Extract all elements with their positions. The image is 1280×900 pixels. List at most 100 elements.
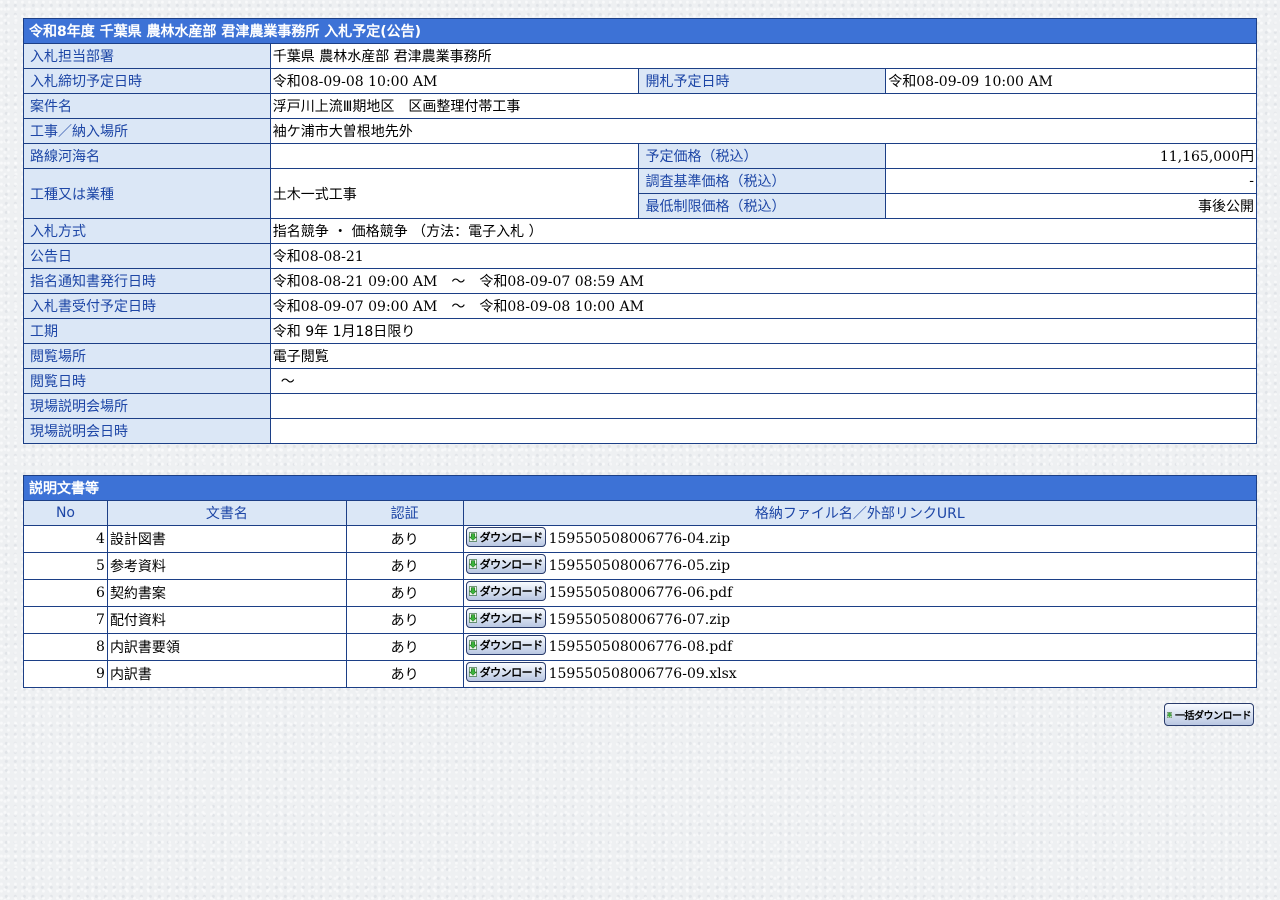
docs-body: 4 設計図書 あり ダウンロード 159550508006776-04.zip 5 参考資料… bbox=[23, 525, 1258, 688]
download-arrow-icon bbox=[468, 559, 477, 569]
download-button[interactable]: ダウンロード bbox=[465, 527, 546, 547]
bulk-download-button[interactable]: 一括ダウンロード bbox=[1164, 703, 1254, 726]
acceptance-label: 入札書受付予定日時 bbox=[23, 293, 271, 319]
download-label: ダウンロード bbox=[479, 639, 544, 652]
opening-label: 開札予定日時 bbox=[638, 68, 887, 94]
doc-auth: あり bbox=[345, 660, 464, 688]
info-row-work-type: 工種又は業種 土木一式工事 調査基準価格（税込） - bbox=[23, 168, 1257, 219]
download-button[interactable]: ダウンロード bbox=[465, 635, 546, 655]
download-button[interactable]: ダウンロード bbox=[465, 554, 546, 574]
doc-file-name: 159550508006776-08.pdf bbox=[548, 639, 733, 655]
period-value: 令和 9年 1月18日限り bbox=[269, 318, 1258, 344]
case-name-value: 浮戸川上流Ⅲ期地区 区画整理付帯工事 bbox=[269, 93, 1258, 119]
doc-name: 配付資料 bbox=[106, 606, 347, 634]
min-price-value: 事後公開 bbox=[885, 193, 1257, 219]
doc-file-name: 159550508006776-09.xlsx bbox=[548, 666, 737, 682]
download-button[interactable]: ダウンロード bbox=[465, 608, 546, 628]
doc-no: 7 bbox=[23, 606, 108, 634]
col-header-auth: 認証 bbox=[345, 500, 464, 526]
doc-auth: あり bbox=[345, 606, 464, 634]
notice-date-value: 令和08-08-21 bbox=[269, 243, 1258, 269]
download-label: ダウンロード bbox=[479, 585, 544, 598]
view-place-value: 電子閲覧 bbox=[269, 343, 1258, 369]
doc-no: 6 bbox=[23, 579, 108, 607]
bulk-download-label: 一括ダウンロード bbox=[1175, 711, 1252, 722]
doc-row: 4 設計図書 あり ダウンロード 159550508006776-04.zip bbox=[23, 525, 1258, 553]
work-type-label: 工種又は業種 bbox=[23, 168, 271, 219]
docs-header-row: No 文書名 認証 格納ファイル名／外部リンクURL bbox=[23, 500, 1258, 526]
doc-name: 設計図書 bbox=[106, 525, 347, 553]
case-name-label: 案件名 bbox=[23, 93, 271, 119]
method-value: 指名競争 ・ 価格競争 （方法：電子入札 ） bbox=[269, 218, 1258, 244]
survey-price-label: 調査基準価格（税込） bbox=[638, 168, 887, 194]
site-date-label: 現場説明会日時 bbox=[23, 418, 271, 444]
site-date-value bbox=[269, 418, 1258, 444]
info-row-site-place: 現場説明会場所 bbox=[23, 393, 1258, 419]
doc-row: 5 参考資料 あり ダウンロード 159550508006776-05.zip bbox=[23, 552, 1258, 580]
doc-file-name: 159550508006776-07.zip bbox=[548, 612, 731, 628]
download-button[interactable]: ダウンロード bbox=[465, 581, 546, 601]
doc-name: 参考資料 bbox=[106, 552, 347, 580]
method-label: 入札方式 bbox=[23, 218, 271, 244]
doc-no: 9 bbox=[23, 660, 108, 688]
download-label: ダウンロード bbox=[479, 558, 544, 571]
place-label: 工事／納入場所 bbox=[23, 118, 271, 144]
work-type-value: 土木一式工事 bbox=[269, 168, 640, 219]
doc-auth: あり bbox=[345, 525, 464, 553]
info-row-period: 工期 令和 9年 1月18日限り bbox=[23, 318, 1258, 344]
place-value: 袖ケ浦市大曽根地先外 bbox=[269, 118, 1258, 144]
notice-date-label: 公告日 bbox=[23, 243, 271, 269]
min-price-label: 最低制限価格（税込） bbox=[638, 193, 887, 219]
doc-file-name: 159550508006776-04.zip bbox=[548, 531, 731, 547]
view-date-value: ～ bbox=[269, 368, 1258, 394]
doc-row: 6 契約書案 あり ダウンロード 159550508006776-06.pdf bbox=[23, 579, 1258, 607]
info-row-site-date: 現場説明会日時 bbox=[23, 418, 1258, 444]
doc-row: 8 内訳書要領 あり ダウンロード 159550508006776-08.pdf bbox=[23, 633, 1258, 661]
period-label: 工期 bbox=[23, 318, 271, 344]
info-row-case-name: 案件名 浮戸川上流Ⅲ期地区 区画整理付帯工事 bbox=[23, 93, 1258, 119]
doc-auth: あり bbox=[345, 633, 464, 661]
doc-row: 9 内訳書 あり ダウンロード 159550508006776-09.xlsx bbox=[23, 660, 1258, 688]
site-place-label: 現場説明会場所 bbox=[23, 393, 271, 419]
survey-price-value: - bbox=[885, 168, 1257, 194]
doc-no: 4 bbox=[23, 525, 108, 553]
deadline-label: 入札締切予定日時 bbox=[23, 68, 271, 94]
nomination-label: 指名通知書発行日時 bbox=[23, 268, 271, 294]
col-header-name: 文書名 bbox=[106, 500, 347, 526]
doc-row: 7 配付資料 あり ダウンロード 159550508006776-07.zip bbox=[23, 606, 1258, 634]
download-arrow-icon bbox=[468, 613, 477, 623]
doc-file-cell: ダウンロード 159550508006776-09.xlsx bbox=[462, 660, 1258, 688]
info-row-nomination: 指名通知書発行日時 令和08-08-21 09:00 AM ～ 令和08-09-… bbox=[23, 268, 1258, 294]
doc-no: 5 bbox=[23, 552, 108, 580]
download-button[interactable]: ダウンロード bbox=[465, 662, 546, 682]
deadline-value: 令和08-09-08 10:00 AM bbox=[269, 68, 640, 94]
info-row-route: 路線河海名 予定価格（税込） 11,165,000円 bbox=[23, 143, 1257, 169]
doc-file-cell: ダウンロード 159550508006776-08.pdf bbox=[462, 633, 1258, 661]
acceptance-value: 令和08-09-07 09:00 AM ～ 令和08-09-08 10:00 A… bbox=[269, 293, 1258, 319]
col-header-file: 格納ファイル名／外部リンクURL bbox=[462, 500, 1258, 526]
site-place-value bbox=[269, 393, 1258, 419]
doc-auth: あり bbox=[345, 579, 464, 607]
doc-file-cell: ダウンロード 159550508006776-05.zip bbox=[462, 552, 1258, 580]
doc-file-name: 159550508006776-06.pdf bbox=[548, 585, 733, 601]
download-label: ダウンロード bbox=[479, 612, 544, 625]
info-title: 令和8年度 千葉県 農林水産部 君津農業事務所 入札予定(公告) bbox=[23, 18, 1257, 44]
bid-info-table: 令和8年度 千葉県 農林水産部 君津農業事務所 入札予定(公告) 入札担当部署 … bbox=[23, 18, 1258, 444]
doc-file-name: 159550508006776-05.zip bbox=[548, 558, 731, 574]
download-arrow-icon bbox=[1167, 711, 1172, 718]
dept-label: 入札担当部署 bbox=[23, 43, 271, 69]
download-arrow-icon bbox=[468, 640, 477, 650]
nomination-value: 令和08-08-21 09:00 AM ～ 令和08-09-07 08:59 A… bbox=[269, 268, 1258, 294]
dept-value: 千葉県 農林水産部 君津農業事務所 bbox=[269, 43, 1258, 69]
info-row-deadline: 入札締切予定日時 令和08-09-08 10:00 AM 開札予定日時 令和08… bbox=[23, 68, 1257, 94]
download-arrow-icon bbox=[468, 532, 477, 542]
info-title-row: 令和8年度 千葉県 農林水産部 君津農業事務所 入札予定(公告) bbox=[23, 18, 1257, 44]
doc-file-cell: ダウンロード 159550508006776-07.zip bbox=[462, 606, 1258, 634]
doc-file-cell: ダウンロード 159550508006776-04.zip bbox=[462, 525, 1258, 553]
opening-value: 令和08-09-09 10:00 AM bbox=[885, 68, 1257, 94]
planned-price-label: 予定価格（税込） bbox=[638, 143, 887, 169]
info-row-notice-date: 公告日 令和08-08-21 bbox=[23, 243, 1258, 269]
doc-auth: あり bbox=[345, 552, 464, 580]
docs-title: 説明文書等 bbox=[23, 475, 1257, 501]
route-label: 路線河海名 bbox=[23, 143, 271, 169]
